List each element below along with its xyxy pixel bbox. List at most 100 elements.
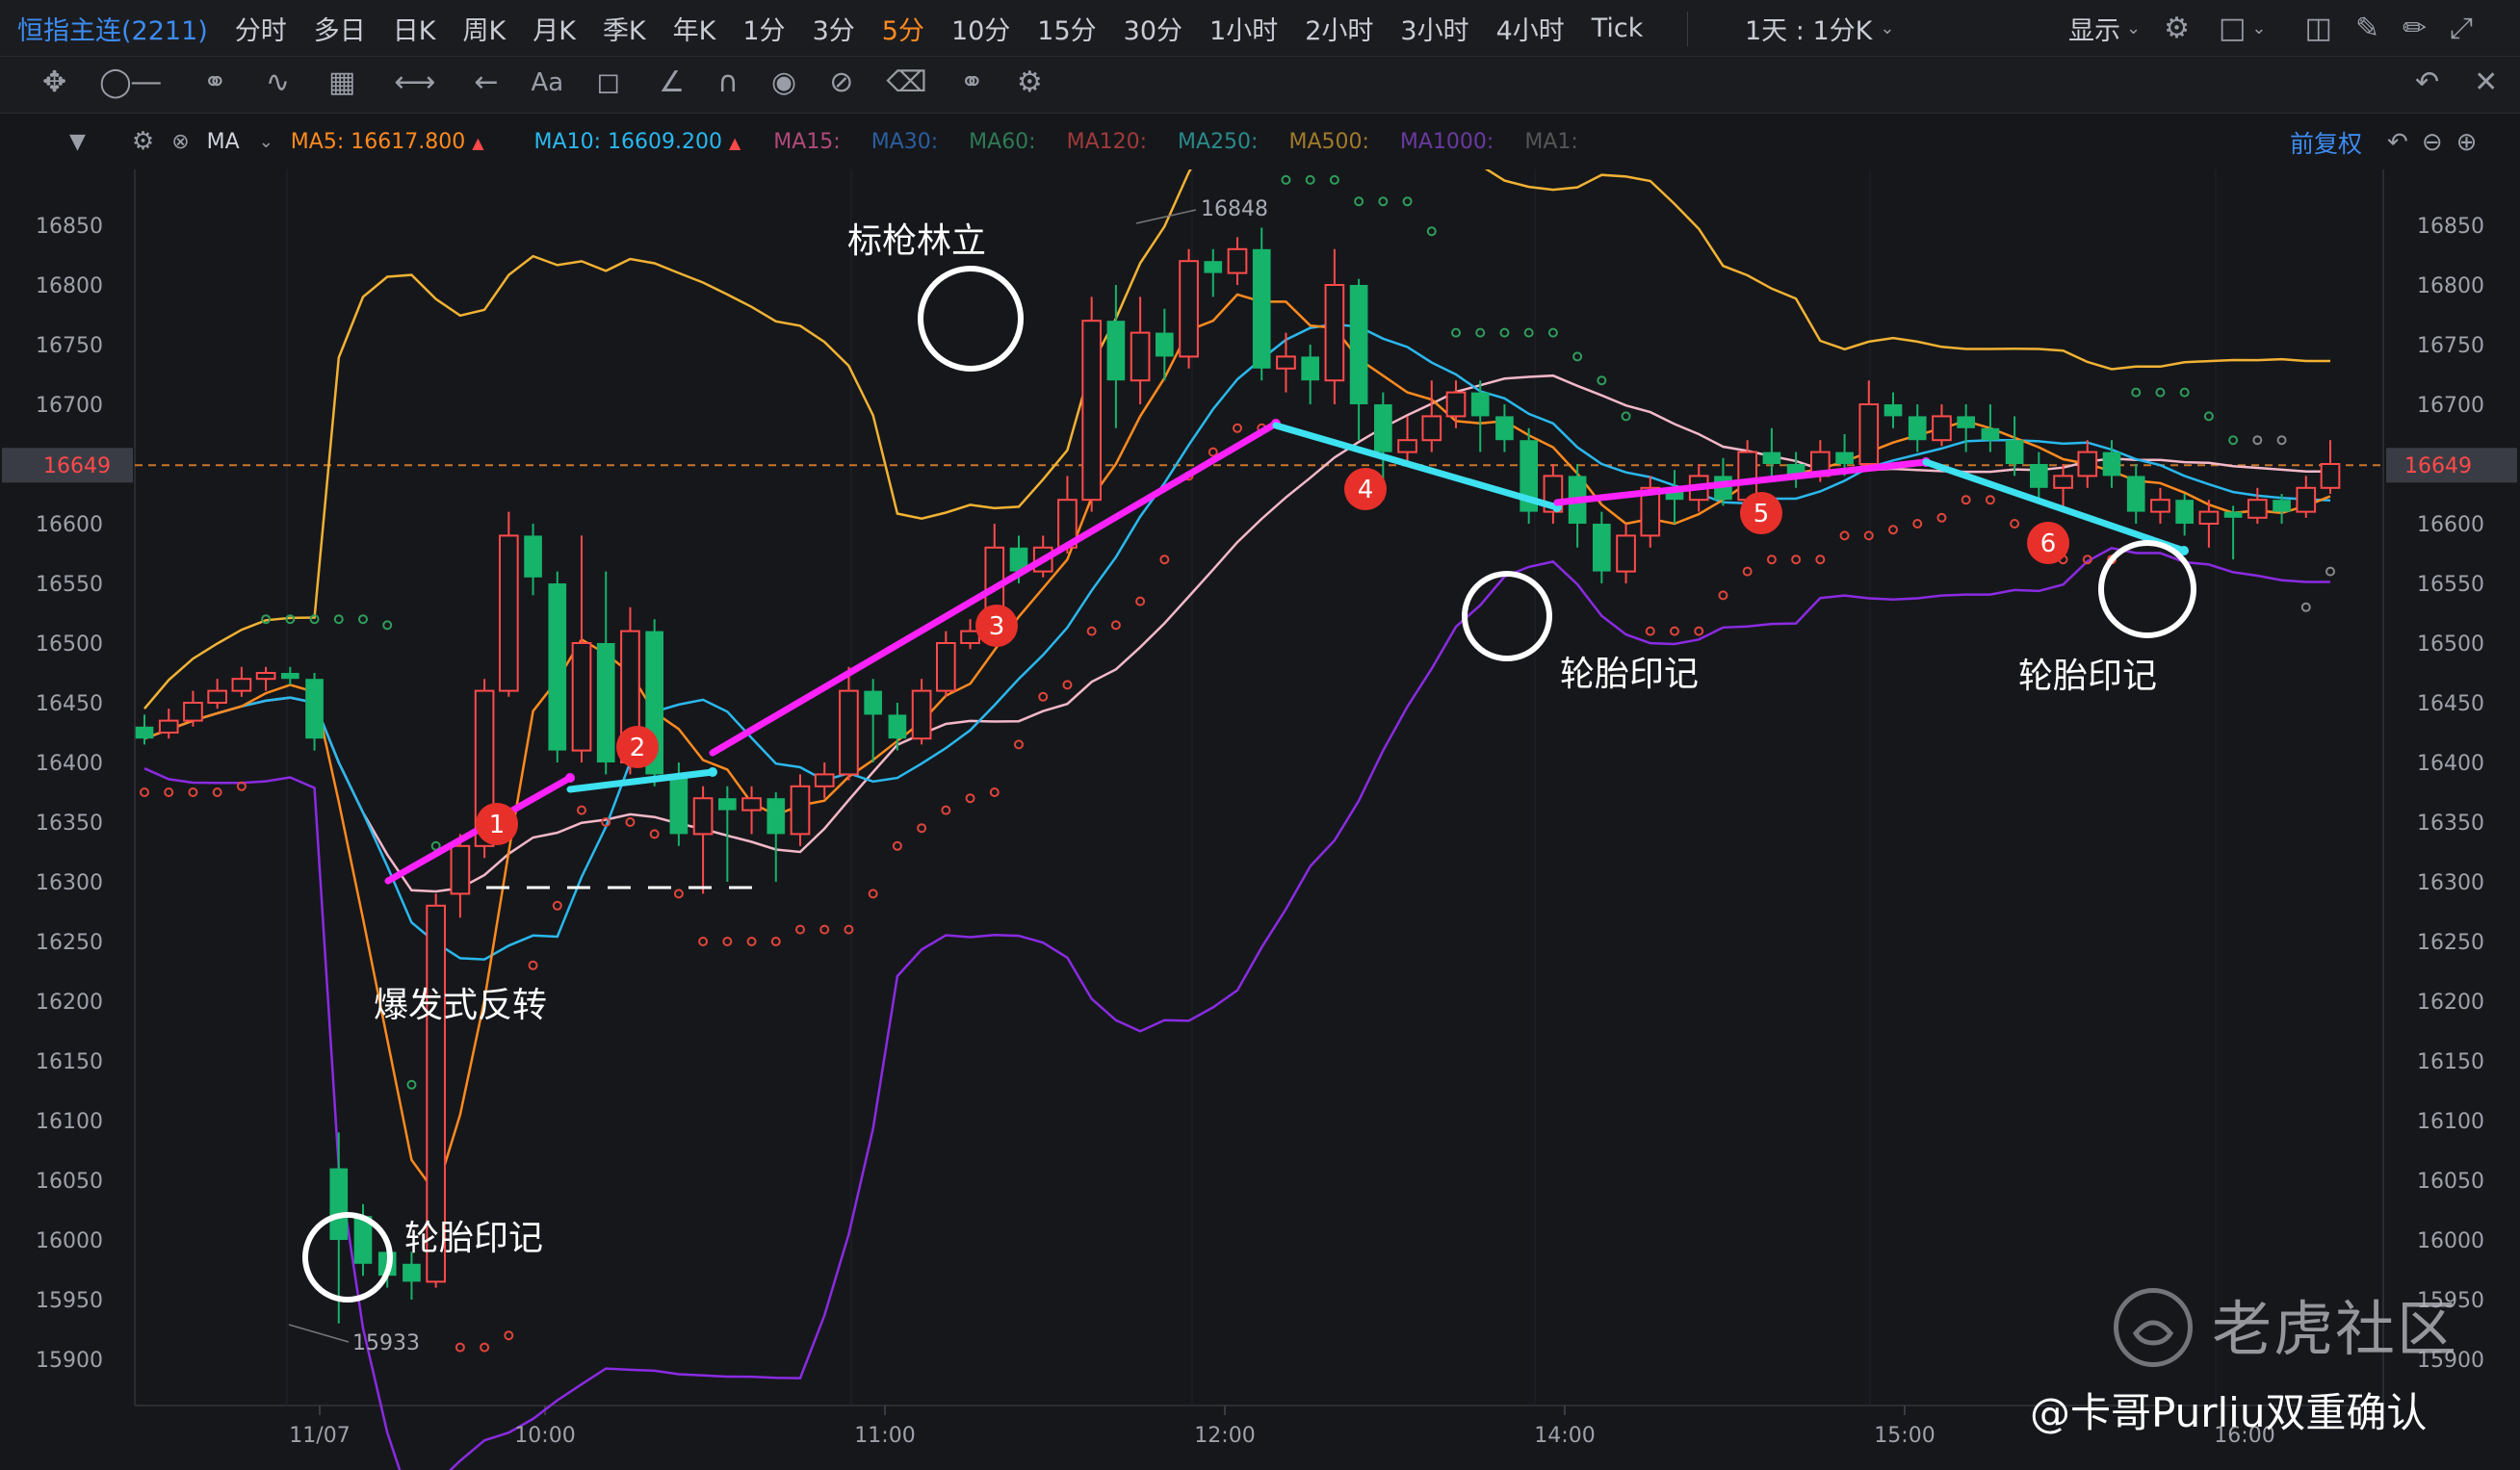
inactive-ma-list: MA15: MA30: MA60: MA120: MA250: MA500: MA1000:… xyxy=(773,130,1609,154)
hide-tool-icon[interactable]: ⊘ xyxy=(829,65,853,99)
tab-period[interactable]: 日K xyxy=(393,10,436,47)
zoom-in-icon[interactable]: ⊕ xyxy=(2456,128,2478,157)
sar-dot xyxy=(746,937,757,946)
text-tool-icon[interactable]: Aa xyxy=(532,68,564,97)
tab-period[interactable]: 多日 xyxy=(314,10,366,47)
square-icon[interactable]: □ xyxy=(2219,12,2246,45)
undo-icon[interactable]: ↶ xyxy=(2415,65,2439,99)
tab-period[interactable]: 分时 xyxy=(235,10,287,47)
adjust-label[interactable]: 前复权 xyxy=(2290,125,2362,160)
ma-label[interactable]: MA xyxy=(207,130,240,154)
chevron-down-icon[interactable]: ⌄ xyxy=(259,132,273,152)
watermark-author: @卡哥Purliu双重确认 xyxy=(2030,1389,2428,1436)
brush-tool-icon[interactable]: ∠ xyxy=(659,65,685,99)
y-tick-label-left: 15900 xyxy=(36,1349,103,1373)
ma-legend-inactive: MA15: xyxy=(773,129,841,154)
candle-body xyxy=(207,689,227,704)
annotation-labels: 123456爆发式反转标枪林立轮胎印记轮胎印记 轮胎印记 xyxy=(374,221,2157,1258)
reset-icon[interactable]: ↶ xyxy=(2387,128,2408,157)
burst-label: 爆发式反转 xyxy=(374,986,547,1025)
candle-body xyxy=(1349,285,1368,404)
up-arrow-icon: ▲ xyxy=(728,133,741,152)
instrument-title[interactable]: 恒指主连(2211) xyxy=(17,10,208,47)
chevron-down-icon[interactable]: ⌄ xyxy=(1880,18,1894,39)
tab-period[interactable]: 5分 xyxy=(882,10,924,47)
line-tool-icon[interactable]: ◯― xyxy=(99,65,161,99)
wave-tool-icon[interactable]: ∿ xyxy=(266,65,290,99)
indicator-gear-icon[interactable]: ⚙ xyxy=(132,127,154,156)
tab-period[interactable]: 1小时 xyxy=(1209,10,1278,47)
comment-tool-icon[interactable]: ◻ xyxy=(596,65,620,99)
sar-dot xyxy=(1621,411,1631,422)
sar-dot xyxy=(164,787,174,797)
lock-tool-icon[interactable]: ◉ xyxy=(771,65,796,99)
tab-period[interactable]: 月K xyxy=(533,10,576,47)
pencil-icon[interactable]: ✏ xyxy=(2403,12,2427,45)
move-icon[interactable]: ✥ xyxy=(42,65,66,99)
sar-dot xyxy=(2228,435,2239,446)
y-tick-label-left: 16800 xyxy=(36,274,103,298)
candle-body xyxy=(450,844,471,895)
chevron-down-icon[interactable]: ⌄ xyxy=(2251,18,2266,39)
tab-period[interactable]: 1分 xyxy=(742,10,785,47)
tab-period[interactable]: 10分 xyxy=(951,10,1010,47)
ma5-line xyxy=(143,293,2331,1197)
y-tick-label-right: 16800 xyxy=(2417,274,2484,298)
candle-body xyxy=(281,673,299,680)
candle-body xyxy=(1616,534,1636,573)
sar-dot xyxy=(722,937,733,946)
y-tick-label-right: 16450 xyxy=(2417,692,2484,716)
sar-dot xyxy=(2203,411,2214,422)
range-selector[interactable]: 1天 : 1分K xyxy=(1745,10,1872,47)
indicator-close-icon[interactable]: ⊗ xyxy=(171,130,189,154)
measure-tool-icon[interactable]: ⟷ xyxy=(394,65,435,99)
magnet-icon[interactable]: ∩ xyxy=(717,65,739,99)
toggle-icon[interactable]: ⚭ xyxy=(960,65,984,99)
chevron-down-icon[interactable]: ⌄ xyxy=(2126,18,2141,39)
candle-body xyxy=(1397,439,1417,453)
collapse-icon[interactable]: ▼ xyxy=(69,130,86,154)
tab-period[interactable]: 季K xyxy=(603,10,646,47)
camera-icon[interactable]: ◫ xyxy=(2304,12,2331,45)
watermark-brand: 老虎社区 xyxy=(2212,1294,2459,1364)
sar-dot xyxy=(649,829,660,839)
sar-dot xyxy=(2179,387,2190,398)
ma-legend-inactive: MA1000: xyxy=(1399,129,1494,154)
sar-dot xyxy=(577,805,586,815)
tab-period[interactable]: 15分 xyxy=(1037,10,1096,47)
trend-line-4 xyxy=(1272,422,1561,511)
tab-period[interactable]: Tick xyxy=(1592,13,1644,43)
ma10-legend: MA10: 16609.200 ▲ xyxy=(534,130,741,154)
tab-period[interactable]: 30分 xyxy=(1124,10,1182,47)
candle-body xyxy=(1374,404,1392,452)
sar-dot xyxy=(1718,590,1728,601)
zoom-out-icon[interactable]: ⊖ xyxy=(2422,128,2443,157)
trend-line-2-end xyxy=(708,767,717,777)
candles xyxy=(135,227,2341,1324)
fullscreen-icon[interactable]: ⤢ xyxy=(2450,12,2473,45)
y-tick-label-right: 16350 xyxy=(2417,812,2484,836)
trash-icon[interactable]: ⌫ xyxy=(886,65,926,99)
display-menu[interactable]: 显示 xyxy=(2068,10,2120,47)
tab-period[interactable]: 年K xyxy=(673,10,716,47)
fib-tool-icon[interactable]: ▦ xyxy=(328,65,355,99)
candle-body xyxy=(158,719,179,734)
tab-period[interactable]: 3分 xyxy=(813,10,855,47)
sar-dot xyxy=(1402,196,1413,207)
kline-chart[interactable]: 16850 16850 16800 16800 16750 16750 16700 16700… xyxy=(0,169,2520,1470)
tab-period[interactable]: 4小时 xyxy=(1496,10,1565,47)
edit-icon[interactable]: ✎ xyxy=(2355,12,2379,45)
tab-period[interactable]: 2小时 xyxy=(1305,10,1373,47)
candle-body xyxy=(814,773,835,787)
y-tick-label-right: 16550 xyxy=(2417,573,2484,597)
tab-period[interactable]: 3小时 xyxy=(1400,10,1468,47)
arrow-tool-icon[interactable]: ← xyxy=(474,65,498,99)
ma10-label: MA10: xyxy=(533,129,601,154)
gear-icon[interactable]: ⚙ xyxy=(2164,12,2190,45)
circle-tool-icon[interactable]: ⚭ xyxy=(203,65,227,99)
close-icon[interactable]: ✕ xyxy=(2474,65,2498,99)
tab-period[interactable]: 周K xyxy=(463,10,507,47)
settings-tool-icon[interactable]: ⚙ xyxy=(1017,65,1043,99)
sar-dot xyxy=(188,787,198,797)
sar-dot xyxy=(382,620,393,631)
